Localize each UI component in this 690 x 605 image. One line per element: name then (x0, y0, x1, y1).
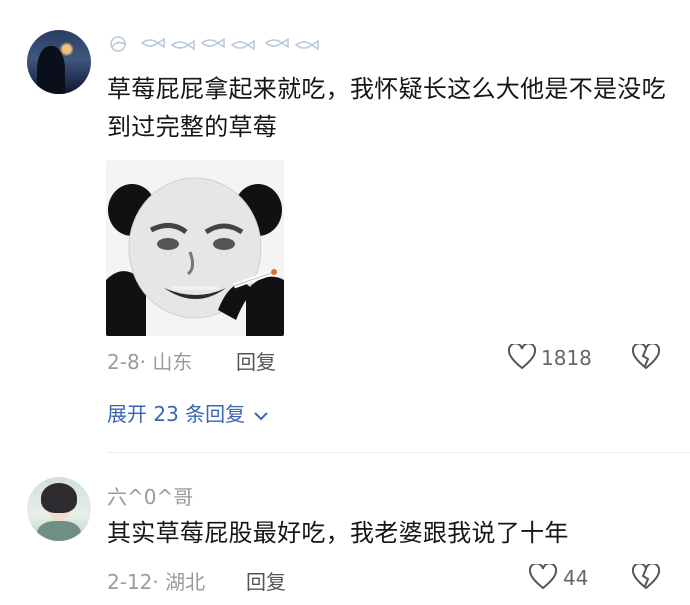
username[interactable]: 六^0^哥 (107, 481, 193, 510)
avatar-silhouette (37, 46, 65, 94)
like-count: 1818 (541, 346, 592, 370)
broken-heart-icon[interactable] (632, 344, 660, 370)
heart-outline-icon[interactable] (508, 344, 536, 370)
comment-text: 其实草莓屁股最好吃，我老婆跟我说了十年 (107, 519, 569, 547)
avatar-body (37, 521, 81, 541)
comment-date-location: 2-12· 湖北 (107, 570, 206, 594)
avatar[interactable] (27, 477, 91, 541)
username-fish-graphic[interactable] (106, 33, 321, 55)
reply-button[interactable]: 回复 (246, 566, 286, 595)
reply-button[interactable]: 回复 (236, 346, 276, 375)
heart-outline-icon[interactable] (529, 564, 557, 590)
avatar-hair (41, 483, 77, 513)
like-count: 44 (563, 566, 589, 590)
comment-date-location: 2-8· 山东 (107, 350, 193, 374)
chevron-down-icon (253, 411, 268, 420)
avatar[interactable] (27, 30, 91, 94)
divider (107, 452, 690, 453)
comment-text: 草莓屁屁拿起来就吃，我怀疑长这么大他是不是没吃到过完整的草莓 (107, 75, 666, 141)
expand-replies-button[interactable]: 展开 23 条回复 (107, 398, 268, 427)
broken-heart-icon[interactable] (632, 564, 660, 590)
expand-replies-label: 展开 23 条回复 (107, 402, 246, 426)
meme-image[interactable] (106, 160, 284, 336)
